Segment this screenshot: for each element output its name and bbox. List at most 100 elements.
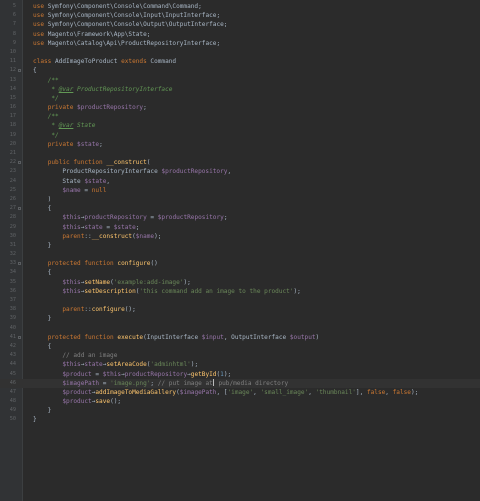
code-line[interactable]: 6 use Symfony\Component\Console\Input\Inp… <box>0 11 480 20</box>
code-line[interactable]: 36 $this→setDescription('this command ad… <box>0 287 480 296</box>
code-line[interactable]: 50} <box>0 415 480 424</box>
code-token: } <box>33 407 52 415</box>
code-line[interactable]: 39 } <box>0 314 480 323</box>
code-line[interactable]: 30 parent::__construct($name); <box>0 232 480 241</box>
code-line[interactable]: 16 private $productRepository; <box>0 103 480 112</box>
code-token: State <box>33 177 85 185</box>
code-line[interactable]: 18 * @var State <box>0 121 480 130</box>
code-line[interactable]: 49 } <box>0 406 480 415</box>
code-line[interactable]: 42 { <box>0 342 480 351</box>
code-text: private $state; <box>33 140 103 149</box>
code-token: = <box>146 214 158 222</box>
code-line[interactable]: 44 $this→state→setAreaCode('adminhtml'); <box>0 360 480 369</box>
code-text: $this→setDescription('this command add a… <box>33 287 301 296</box>
code-line[interactable]: 31 } <box>0 241 480 250</box>
code-line[interactable]: 37 <box>0 296 480 305</box>
code-token: state <box>84 223 103 231</box>
code-line[interactable]: 11 class AddImageToProduct extends Comman… <box>0 57 480 66</box>
code-line[interactable]: 14 * @var ProductRepositoryInterface <box>0 85 480 94</box>
line-number: 23 <box>9 168 16 175</box>
code-line[interactable]: 46 $imagePath = 'image.png'; // put imag… <box>0 378 480 388</box>
code-line[interactable]: 48 $product→save(); <box>0 397 480 406</box>
line-number: 38 <box>9 306 16 313</box>
code-text: $name = null <box>33 186 106 195</box>
code-line[interactable]: 8 use Magento\Framework\App\State; <box>0 30 480 39</box>
code-line[interactable]: 17 /** <box>0 112 480 121</box>
code-line[interactable]: 23 ProductRepositoryInterface $productRe… <box>0 167 480 176</box>
line-number: 5 <box>12 3 16 9</box>
code-line[interactable]: 13 /** <box>0 76 480 85</box>
fold-marker-icon[interactable] <box>18 69 21 73</box>
code-line[interactable]: 26 ) <box>0 195 480 204</box>
code-line[interactable]: 22 public function __construct( <box>0 158 480 167</box>
code-token: = <box>80 186 92 194</box>
code-line[interactable]: 21 <box>0 149 480 158</box>
code-text: parent::configure(); <box>33 305 135 314</box>
code-editor[interactable]: 5 use Symfony\Component\Console\Command\C… <box>0 0 480 501</box>
code-token: parent <box>62 232 85 240</box>
code-line[interactable]: 32 <box>0 250 480 259</box>
code-token: */ <box>51 131 59 139</box>
code-line[interactable]: 28 $this→productRepository = $productRep… <box>0 213 480 222</box>
code-text: $imagePath = 'image.png'; // put image a… <box>33 379 288 388</box>
code-line[interactable]: 20 private $state; <box>0 140 480 149</box>
fold-marker-icon[interactable] <box>18 262 21 266</box>
code-line[interactable]: 19 */ <box>0 131 480 140</box>
code-token: State <box>73 122 96 130</box>
line-number: 48 <box>9 398 16 405</box>
code-token: Symfony\Component\Console\Input\InputInt… <box>47 12 221 20</box>
code-line[interactable]: 9 use Magento\Catalog\Api\ProductReposito… <box>0 39 480 48</box>
code-token: ProductRepositoryInterface <box>73 85 173 93</box>
code-line[interactable]: 24 State $state, <box>0 177 480 186</box>
code-text: * @var State <box>33 121 95 130</box>
code-line[interactable]: 29 $this→state = $state; <box>0 223 480 232</box>
code-token: @var <box>58 122 74 130</box>
code-line[interactable]: 10 <box>0 48 480 57</box>
code-line[interactable]: 5 use Symfony\Component\Console\Command\C… <box>0 2 480 11</box>
code-token: $imagePath <box>62 379 100 387</box>
code-text: * @var ProductRepositoryInterface <box>33 85 172 94</box>
code-line[interactable]: 33 protected function configure() <box>0 259 480 268</box>
code-line[interactable]: 34 { <box>0 268 480 277</box>
code-line[interactable]: 12 { <box>0 66 480 75</box>
code-line[interactable]: 7 use Symfony\Component\Console\Output\Ou… <box>0 20 480 29</box>
line-number: 40 <box>9 324 16 331</box>
code-line[interactable]: 43 // add an image <box>0 351 480 360</box>
code-line[interactable]: 35 $this→setName('example:add-image'); <box>0 278 480 287</box>
code-text: $this→productRepository = $productReposi… <box>33 213 227 222</box>
code-token: addImageToMediaGallery <box>95 388 177 396</box>
code-line[interactable]: 25 $name = null <box>0 186 480 195</box>
code-line[interactable]: 38 parent::configure(); <box>0 305 480 314</box>
code-line[interactable]: 47 $product→addImageToMediaGallery($imag… <box>0 388 480 397</box>
code-token: private <box>47 104 78 112</box>
line-number: 20 <box>9 140 16 147</box>
line-number: 43 <box>9 352 16 359</box>
code-token: , <box>227 168 232 176</box>
code-token: $product <box>62 398 92 406</box>
line-number: 31 <box>9 241 16 248</box>
code-lines[interactable]: 5 use Symfony\Component\Console\Command\C… <box>0 2 480 425</box>
code-token: 'image.png' <box>110 379 151 387</box>
code-text: { <box>33 268 52 277</box>
code-text: protected function configure() <box>33 259 158 268</box>
code-token: , <box>106 177 111 185</box>
code-text: $this→setName('example:add-image'); <box>33 278 190 287</box>
line-number: 25 <box>9 186 16 193</box>
fold-marker-icon[interactable] <box>18 335 21 339</box>
code-line[interactable]: 45 $product = $this→productRepository→ge… <box>0 370 480 379</box>
code-line[interactable]: 27 { <box>0 204 480 213</box>
code-text: parent::__construct($name); <box>33 232 161 241</box>
fold-marker-icon[interactable] <box>18 161 21 165</box>
code-token: 'this command add an image to the produc… <box>139 287 294 295</box>
code-token: :: <box>84 232 92 240</box>
code-line[interactable]: 15 */ <box>0 94 480 103</box>
code-text: $this→state→setAreaCode('adminhtml'); <box>33 360 198 369</box>
code-line[interactable]: 41 protected function execute(InputInter… <box>0 333 480 342</box>
fold-marker-icon[interactable] <box>18 207 21 211</box>
code-line[interactable]: 40 <box>0 324 480 333</box>
code-token: { <box>33 205 52 213</box>
code-token: parent <box>62 306 85 314</box>
